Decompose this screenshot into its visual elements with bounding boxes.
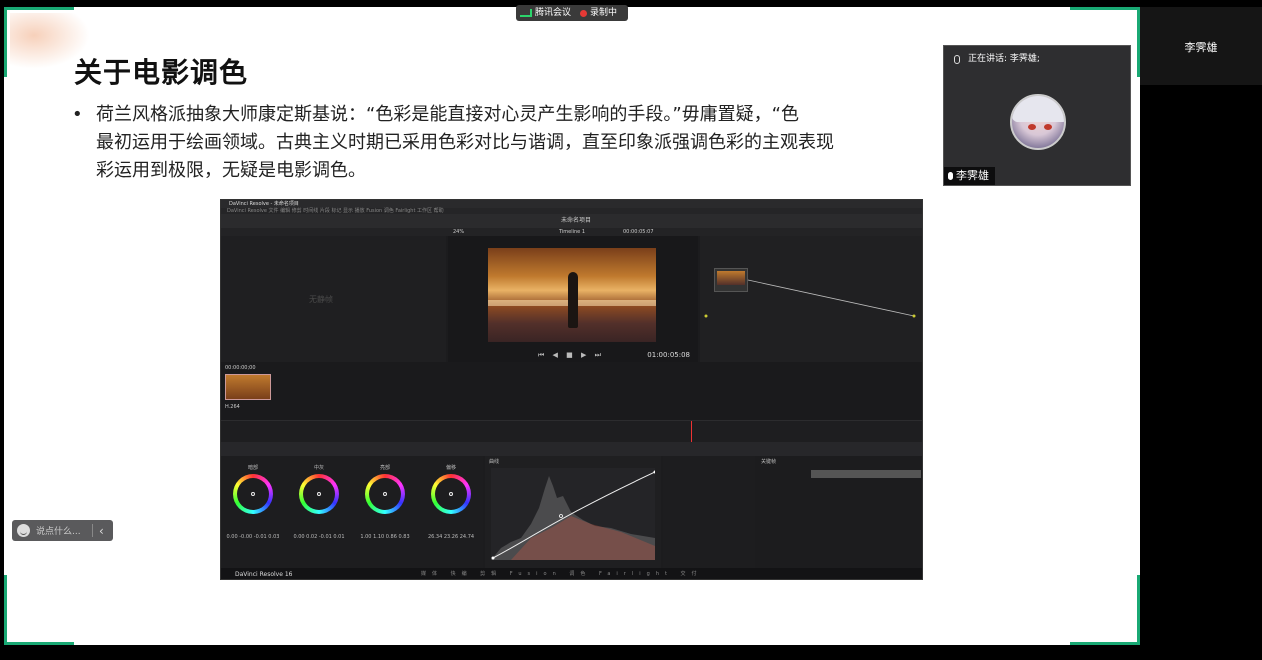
avatar-eye (1044, 124, 1052, 130)
resolve-app-name: DaVinci Resolve 16 (235, 571, 293, 578)
clip-thumbnail (225, 374, 271, 400)
slide-text-line: 荷兰风格派抽象大师康定斯基说：“色彩是能直接对心灵产生影响的手段。”毋庸置疑，“… (96, 104, 799, 125)
meeting-screen: 关于电影调色 • 荷兰风格派抽象大师康定斯基说：“色彩是能直接对心灵产生影响的手… (0, 0, 1262, 660)
speaking-label: 正在讲话: 李霁雄; (968, 54, 1040, 64)
keyframes-label: 关键帧 (761, 459, 777, 465)
slide-text-line: 最初运用于绘画领域。古典主义时期已采用色彩对比与谐调，直至印象派强调色彩的主观表… (96, 132, 834, 153)
participant-name: 李霁雄 (1184, 41, 1218, 54)
speaker-name-tag: 李霁雄 (944, 167, 995, 185)
dancer-figure (568, 272, 578, 328)
slide-corner (1070, 575, 1140, 645)
curves-graph (491, 468, 655, 560)
resolve-toolbar: 未命名项目 (221, 214, 922, 228)
wheel-values: 1.00 1.10 0.86 0.83 (360, 534, 410, 540)
viewer-timecode: 01:00:05:08 (647, 351, 690, 359)
curve-channel-panel (663, 456, 755, 568)
wheel-center-dot (317, 492, 321, 496)
resolve-page-tabs: 媒体 快编 剪辑 Fusion 调色 Fairlight 交付 (421, 571, 703, 577)
wheel-center-dot (449, 492, 453, 496)
wheel-lift: 暗部 0.00 -0.00 -0.01 0.03 (223, 464, 283, 556)
chat-placeholder: 说点什么... (36, 527, 81, 537)
microphone-icon (948, 172, 953, 180)
clip-codec: H.264 (225, 404, 240, 410)
resolve-top-timecode: 00:00:05:07 (623, 229, 654, 235)
wheel-gain: 亮部 1.00 1.10 0.86 0.83 (355, 464, 415, 556)
resolve-viewer: ⏮ ◀ ■ ▶ ⏭ 01:00:05:08 (448, 236, 698, 362)
chat-input[interactable]: 说点什么... ‹ (12, 520, 113, 541)
resolve-mini-timeline (221, 420, 922, 443)
avatar-eye (1028, 124, 1036, 130)
wheel-values: 0.00 -0.00 -0.01 0.03 (226, 534, 280, 540)
wheel-label: 中灰 (313, 465, 324, 471)
meeting-app-name: 腾讯会议 (535, 8, 572, 18)
color-wheels-panel: 暗部 0.00 -0.00 -0.01 0.03 中灰 0.00 0.02 -0… (221, 456, 483, 568)
wheel-values: 0.00 0.02 -0.01 0.01 (293, 534, 345, 540)
bullet-marker: • (72, 104, 83, 125)
gallery-empty-note: 无静帧 (309, 295, 333, 304)
microphone-icon (954, 54, 960, 64)
wheel-offset: 偏移 26.34 23.26 24.74 (421, 464, 481, 556)
wheel-label: 偏移 (445, 465, 456, 471)
record-icon (580, 9, 588, 17)
avatar-hair (1012, 96, 1064, 122)
wheel-label: 亮部 (379, 465, 390, 471)
slide-text-line: 彩运用到极限，无疑是电影调色。 (96, 160, 366, 181)
speaker-video-tile[interactable]: 正在讲话: 李霁雄; 李霁雄 (943, 45, 1131, 186)
slide-corner (4, 575, 74, 645)
wheel-label: 暗部 (247, 465, 258, 471)
resolve-clip-strip: 00:00:00;00 H.264 (221, 362, 922, 420)
viewer-controls: ⏮ ◀ ■ ▶ ⏭ 01:00:05:08 (448, 348, 698, 362)
chevron-left-icon[interactable]: ‹ (99, 524, 104, 538)
resolve-node-editor (700, 236, 922, 362)
resolve-gallery: 无静帧 (221, 236, 446, 362)
avatar (1010, 94, 1066, 150)
resolve-timeline-name: Timeline 1 (559, 229, 586, 235)
divider (92, 524, 93, 537)
curves-panel: 曲线 (485, 456, 661, 568)
speaking-indicator: 正在讲话: 李霁雄; (944, 46, 1130, 72)
slide-body: • 荷兰风格派抽象大师康定斯基说：“色彩是能直接对心灵产生影响的手段。”毋庸置疑… (72, 101, 952, 185)
signal-icon (520, 9, 532, 17)
wheel-values: 26.34 23.26 24.74 (427, 534, 475, 540)
participant-tile[interactable]: 李霁雄 (1140, 7, 1262, 85)
resolve-zoom: 24% (453, 229, 465, 235)
emoji-icon[interactable] (17, 524, 30, 537)
resolve-window-title: DaVinci Resolve - 未命名项目 (221, 200, 922, 208)
resolve-project-name: 未命名项目 (561, 217, 592, 224)
curves-label: 曲线 (489, 459, 500, 465)
resolve-palette-toolbar (221, 442, 922, 456)
wheel-center-dot (383, 492, 387, 496)
keyframe-track (811, 470, 921, 478)
meeting-status-pill[interactable]: 腾讯会议 录制中 (516, 5, 628, 21)
slide-title: 关于电影调色 (74, 56, 249, 89)
wheel-gamma: 中灰 0.00 0.02 -0.01 0.01 (289, 464, 349, 556)
playhead (691, 421, 692, 443)
clip-timecode: 00:00:00;00 (225, 365, 256, 371)
viewer-frame (488, 248, 656, 342)
speaker-name: 李霁雄 (956, 169, 989, 182)
resolve-viewer-bar: 24% Timeline 1 00:00:05:07 (221, 228, 922, 236)
keyframes-panel: 关键帧 (757, 456, 922, 568)
resolve-screenshot: DaVinci Resolve - 未命名项目 DaVinci Resolve … (220, 199, 923, 580)
node-connection (704, 279, 916, 318)
wheel-center-dot (251, 492, 255, 496)
recording-label: 录制中 (590, 8, 618, 18)
resolve-footer: DaVinci Resolve 16 媒体 快编 剪辑 Fusion 调色 Fa… (221, 568, 922, 579)
transport-icons: ⏮ ◀ ■ ▶ ⏭ (538, 351, 604, 359)
